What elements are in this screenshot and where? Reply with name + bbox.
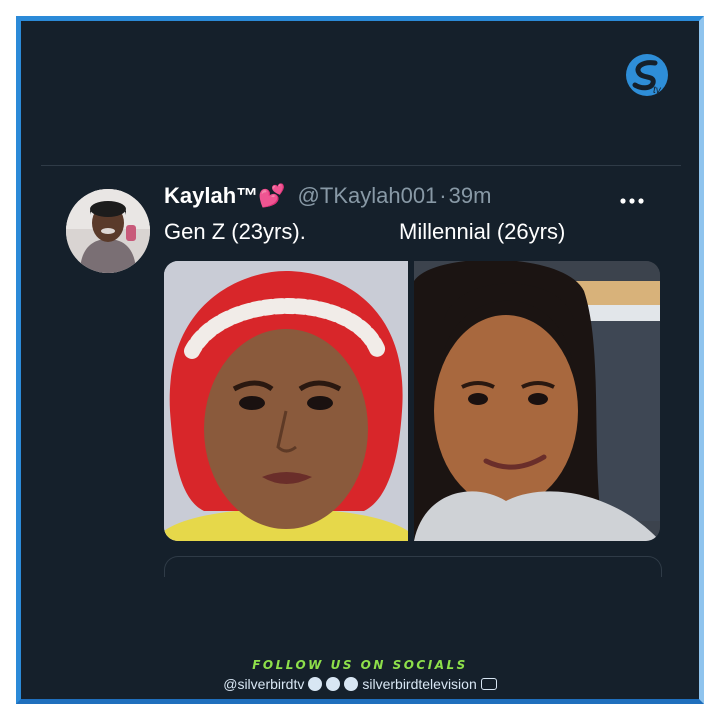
post-frame: tv Kaylah™💕 @TKaylah001 · 39m Gen Z (23y… <box>16 16 704 704</box>
follow-us-banner: FOLLOW US ON SOCIALS <box>252 658 468 672</box>
tweet-media[interactable] <box>164 261 660 541</box>
user-handle[interactable]: @TKaylah001 <box>298 183 438 209</box>
separator-dot: · <box>439 183 447 208</box>
more-horizontal-icon[interactable] <box>619 197 645 205</box>
photo-left[interactable] <box>164 261 408 541</box>
next-tweet-edge <box>164 556 662 577</box>
timestamp[interactable]: 39m <box>449 183 492 209</box>
social-handle-right[interactable]: silverbirdtelevision <box>362 676 476 692</box>
tweet-header: Kaylah™💕 @TKaylah001 · 39m <box>164 183 491 209</box>
avatar[interactable] <box>66 189 150 273</box>
twitter-icon[interactable] <box>326 677 341 691</box>
tweet-text: Gen Z (23yrs). Millennial (26yrs) <box>164 219 565 245</box>
tweet-text-left: Gen Z (23yrs). <box>164 219 306 244</box>
social-handle-left[interactable]: @silverbirdtv <box>223 676 304 692</box>
divider <box>41 165 681 166</box>
instagram-icon[interactable] <box>308 677 323 691</box>
logo-text: tv <box>653 85 662 96</box>
avatar-image <box>66 189 150 273</box>
silverbird-logo-icon: tv <box>626 54 668 96</box>
facebook-icon[interactable] <box>344 677 359 691</box>
tweet-text-right: Millennial (26yrs) <box>399 219 566 244</box>
social-handles: @silverbirdtv silverbirdtelevision <box>21 676 699 692</box>
display-name[interactable]: Kaylah™💕 <box>164 183 286 209</box>
photo-right[interactable] <box>414 261 660 541</box>
youtube-icon[interactable] <box>480 678 497 690</box>
